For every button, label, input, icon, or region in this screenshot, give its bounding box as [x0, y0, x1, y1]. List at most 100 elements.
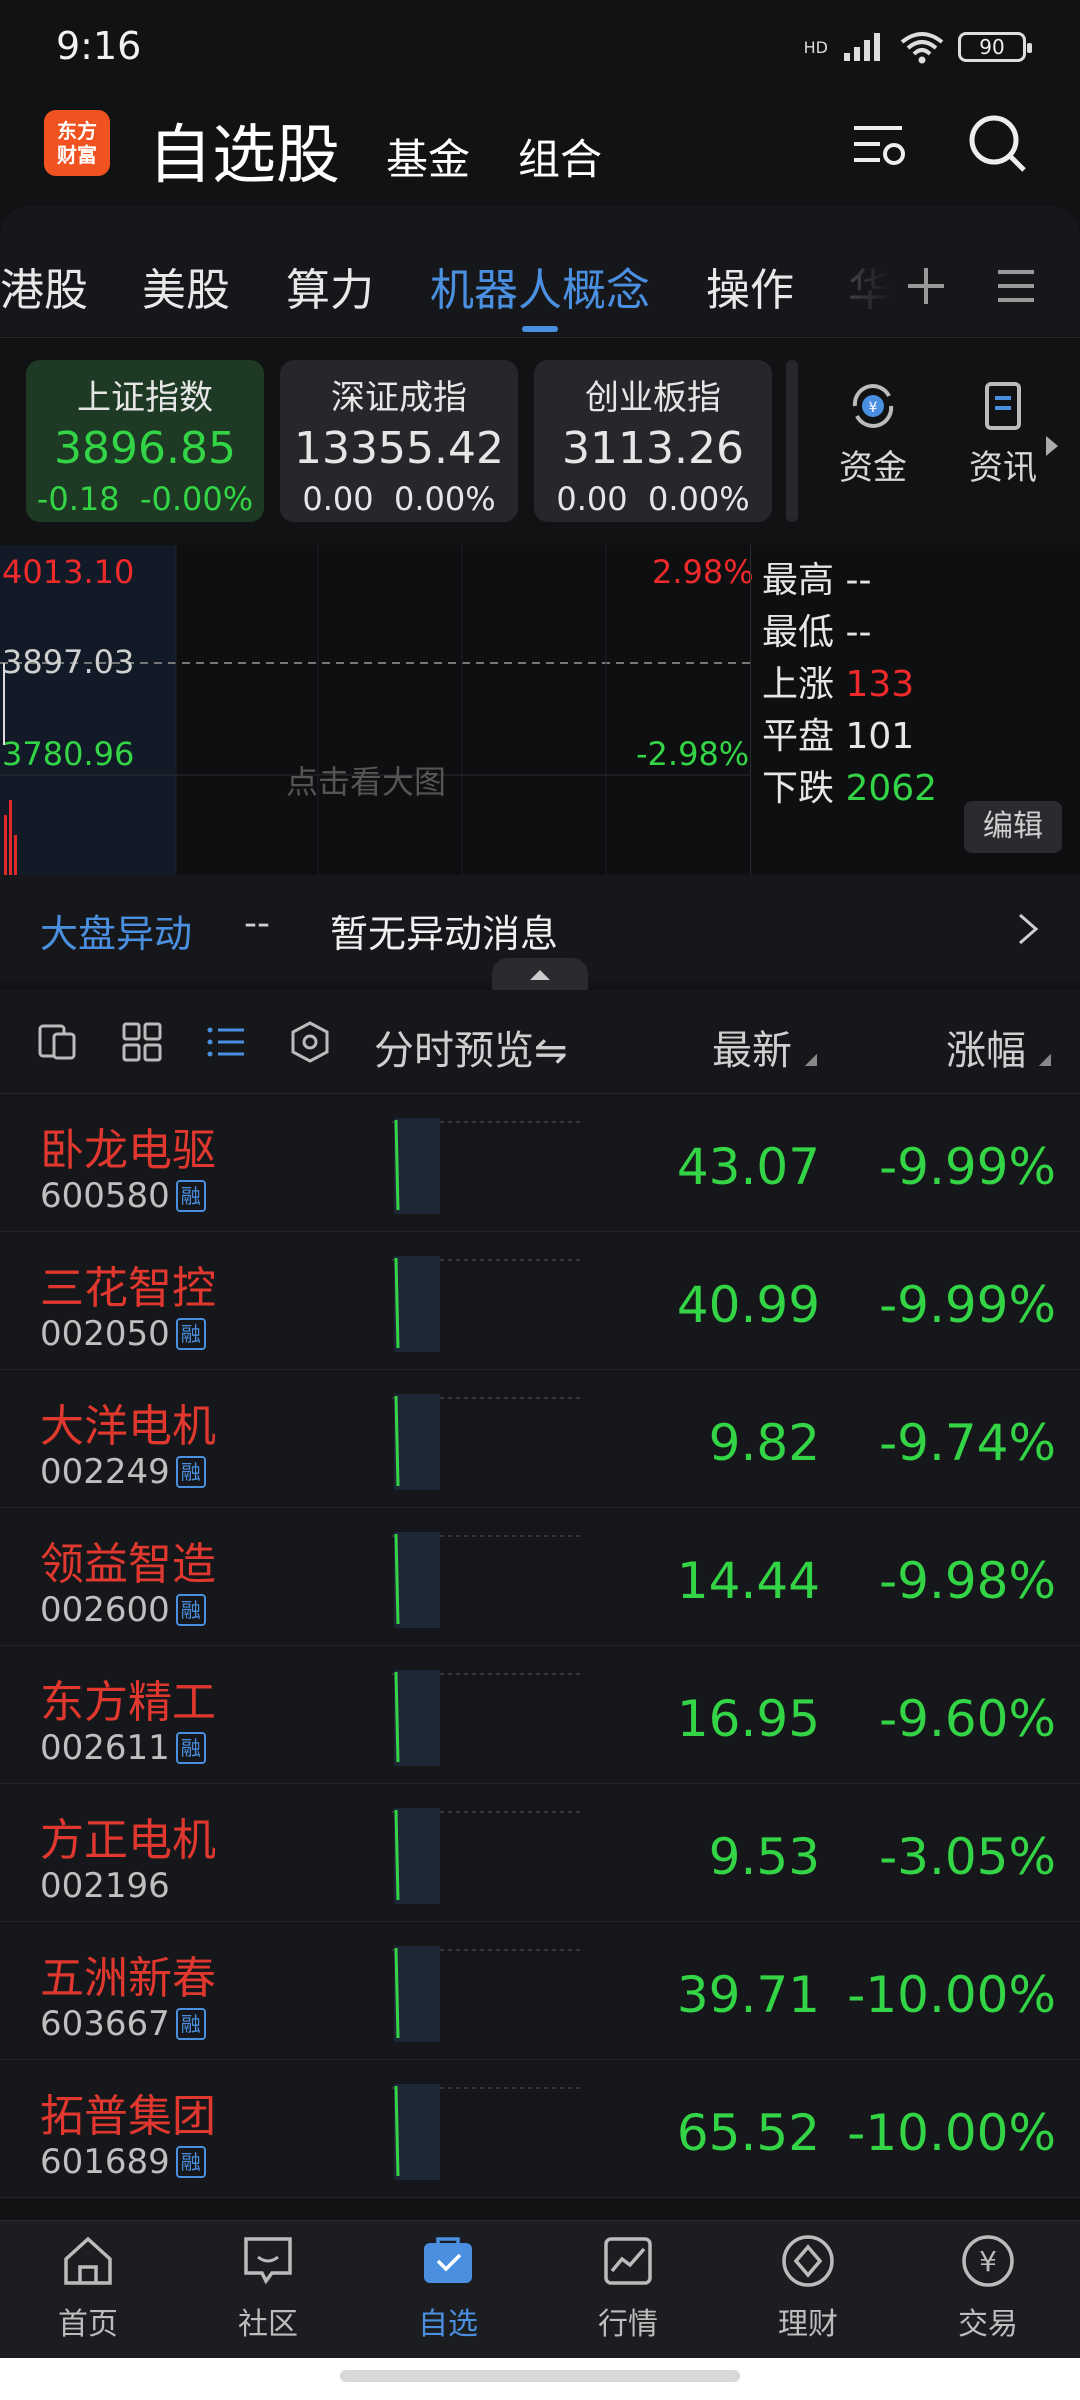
signal-icon	[844, 33, 880, 61]
nav-watchlist[interactable]: 自选	[388, 2231, 508, 2343]
stat-low: 最低 --	[762, 607, 937, 659]
stat-down: 下跌 2062	[762, 763, 937, 815]
menu-icon[interactable]	[990, 260, 1042, 312]
index-chart[interactable]: 4013.10 3897.03 3780.96 2.98% -2.98% 点击看…	[0, 545, 1080, 875]
home-indicator[interactable]	[340, 2370, 740, 2382]
quick-link-news[interactable]: 资讯	[948, 378, 1058, 489]
stock-row[interactable]: 东方精工 002611 融 16.95 -9.60%	[0, 1646, 1080, 1784]
collapse-handle[interactable]	[492, 958, 588, 990]
stat-label: 下跌	[762, 768, 835, 809]
stock-code-line: 002196	[40, 1866, 170, 1906]
stat-value: 133	[845, 664, 915, 705]
grid-view-icon[interactable]	[120, 1020, 164, 1064]
margin-badge: 融	[175, 1732, 206, 1764]
stock-code: 601689	[40, 2142, 170, 2182]
tab-hk-stocks[interactable]: 港股	[0, 254, 88, 318]
tab-fund[interactable]: 基金	[386, 126, 470, 187]
index-change-value: 0.00	[302, 480, 374, 518]
tab-operation[interactable]: 操作	[706, 254, 794, 318]
stock-row[interactable]: 三花智控 002050 融 40.99 -9.99%	[0, 1232, 1080, 1370]
stock-code: 603667	[40, 2004, 170, 2044]
stock-code: 002050	[40, 1314, 170, 1354]
quick-link-funds[interactable]: ¥ 资金	[818, 378, 928, 489]
stock-row[interactable]: 卧龙电驱 600580 融 43.07 -9.99%	[0, 1094, 1080, 1232]
sparkline	[392, 2084, 582, 2180]
sparkline	[392, 1394, 582, 1490]
chevron-right-icon	[1019, 913, 1039, 945]
chart-watermark: 点击看大图	[286, 763, 447, 801]
stock-row[interactable]: 大洋电机 002249 融 9.82 -9.74%	[0, 1370, 1080, 1508]
market-chart-icon	[604, 2237, 652, 2285]
stock-change-pct: -10.00%	[847, 2104, 1056, 2162]
page-title[interactable]: 自选股	[148, 104, 340, 196]
hd-badge: HD	[803, 37, 828, 57]
stock-row[interactable]: 领益智造 002600 融 14.44 -9.98%	[0, 1508, 1080, 1646]
index-card-shanghai[interactable]: 上证指数 3896.85 -0.18 -0.00%	[26, 360, 264, 522]
stock-row[interactable]: 方正电机 002196 9.53 -3.05%	[0, 1784, 1080, 1922]
stock-change-pct: -3.05%	[879, 1828, 1056, 1886]
nav-trade[interactable]: ¥ 交易	[928, 2231, 1048, 2343]
tab-computing-power[interactable]: 算力	[286, 254, 374, 318]
chart-low-pct: -2.98%	[636, 735, 750, 773]
index-card-chinext[interactable]: 创业板指 3113.26 0.00 0.00%	[534, 360, 772, 522]
margin-badge: 融	[175, 1594, 206, 1626]
stock-code: 002611	[40, 1728, 170, 1768]
stock-name: 卧龙电驱	[40, 1125, 216, 1176]
chevron-right-icon	[1046, 436, 1058, 456]
stock-change-pct: -9.60%	[879, 1690, 1056, 1748]
stock-code: 600580	[40, 1176, 170, 1216]
stock-code-line: 002611 融	[40, 1728, 206, 1768]
nav-label: 自选	[418, 2307, 478, 2342]
sparkline	[392, 1532, 582, 1628]
stat-value: 101	[845, 716, 915, 757]
tab-robot-concept[interactable]: 机器人概念	[430, 254, 650, 318]
index-name: 创业板指	[585, 378, 721, 418]
alert-title: 大盘异动	[40, 912, 193, 956]
sparkline	[392, 1118, 582, 1214]
yuan-circle-icon: ¥	[962, 2235, 1014, 2287]
stock-price: 43.07	[676, 1138, 820, 1196]
nav-home[interactable]: 首页	[28, 2231, 148, 2343]
stock-code: 002600	[40, 1590, 170, 1630]
search-icon[interactable]	[964, 110, 1034, 180]
nav-community[interactable]: 社区	[208, 2231, 328, 2343]
stock-row[interactable]: 拓普集团 601689 融 65.52 -10.00%	[0, 2060, 1080, 2198]
app-logo[interactable]: 东方 财富	[44, 110, 110, 176]
svg-text:¥: ¥	[869, 400, 878, 416]
index-value: 3113.26	[562, 423, 744, 474]
list-view-icon[interactable]	[204, 1020, 248, 1064]
sort-change[interactable]: 涨幅 ◢	[946, 1018, 1051, 1076]
nav-market[interactable]: 行情	[568, 2231, 688, 2343]
status-icons: HD 90	[803, 30, 1032, 64]
index-change: -0.18 -0.00%	[26, 480, 264, 518]
stat-value: --	[845, 612, 872, 653]
stat-label: 最低	[762, 612, 835, 653]
tab-us-stocks[interactable]: 美股	[142, 254, 230, 318]
status-bar: 9:16 HD 90	[0, 0, 1080, 96]
sparkline	[392, 1808, 582, 1904]
sparkline	[392, 1946, 582, 2042]
tab-portfolio[interactable]: 组合	[518, 126, 602, 187]
stock-price: 9.82	[708, 1414, 820, 1472]
stock-code-line: 002050 融	[40, 1314, 206, 1354]
edit-button[interactable]: 编辑	[964, 801, 1062, 853]
sort-latest[interactable]: 最新 ◢	[712, 1018, 817, 1076]
margin-badge: 融	[175, 2146, 206, 2178]
layout-card-icon[interactable]	[36, 1020, 80, 1064]
stock-row[interactable]: 五洲新春 603667 融 39.71 -10.00%	[0, 1922, 1080, 2060]
stock-name: 领益智造	[40, 1539, 216, 1590]
chevron-up-icon	[530, 970, 550, 980]
settings-filter-icon[interactable]	[844, 110, 914, 180]
index-change-value: 0.00	[556, 480, 628, 518]
preview-toggle[interactable]: 分时预览⇋	[374, 1018, 568, 1076]
intraday-chart-plot[interactable]	[0, 545, 750, 875]
settings-hex-icon[interactable]	[288, 1020, 332, 1064]
stock-price: 39.71	[676, 1966, 820, 2024]
nav-wealth[interactable]: 理财	[748, 2231, 868, 2343]
index-cards: 上证指数 3896.85 -0.18 -0.00% 深证成指 13355.42 …	[0, 337, 1080, 545]
index-card-shenzhen[interactable]: 深证成指 13355.42 0.00 0.00%	[280, 360, 518, 522]
index-change-pct: 0.00%	[647, 480, 750, 518]
stat-value: 2062	[845, 768, 938, 809]
alert-message: 暂无异动消息	[330, 912, 559, 956]
add-tab-icon[interactable]	[900, 260, 952, 312]
